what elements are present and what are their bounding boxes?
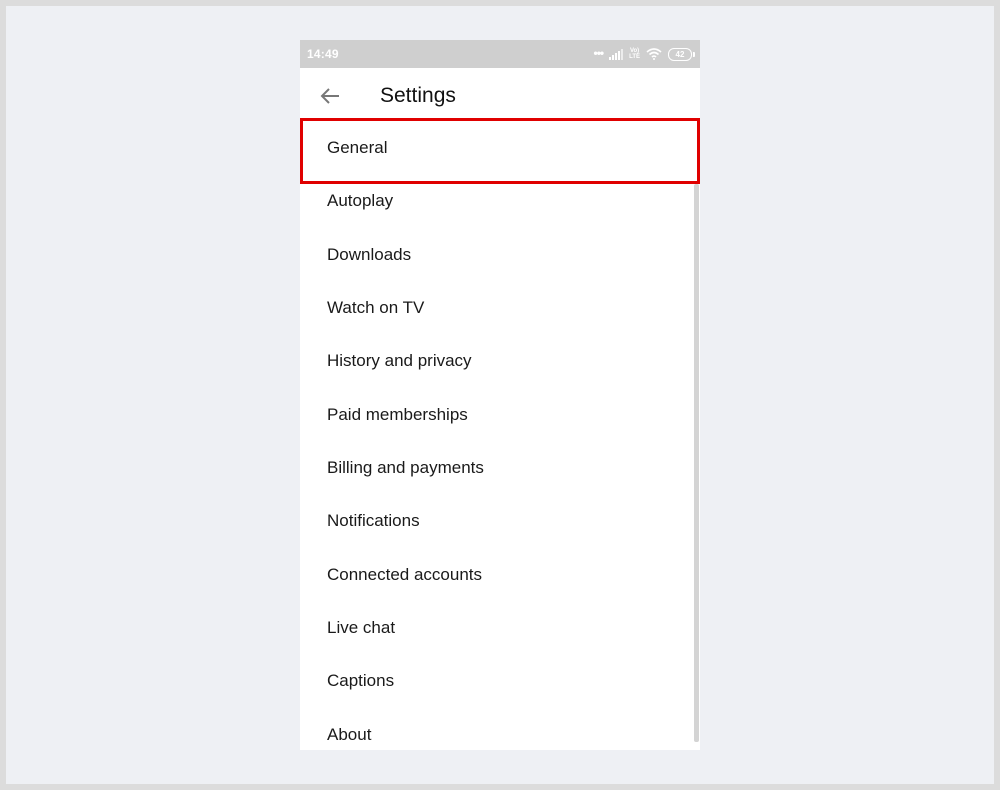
back-button[interactable] — [314, 80, 346, 112]
status-icons: ••• Vo) LTE 42 — [593, 45, 695, 63]
volte-icon: Vo) LTE — [629, 48, 640, 60]
settings-item-general[interactable]: General — [300, 120, 700, 173]
wifi-icon — [646, 48, 662, 60]
settings-item-billing-and-payments[interactable]: Billing and payments — [300, 440, 700, 493]
more-dots-icon: ••• — [593, 45, 605, 60]
settings-list: General Autoplay Downloads Watch on TV H… — [300, 120, 700, 750]
settings-item-autoplay[interactable]: Autoplay — [300, 173, 700, 226]
settings-item-history-and-privacy[interactable]: History and privacy — [300, 333, 700, 386]
settings-item-paid-memberships[interactable]: Paid memberships — [300, 387, 700, 440]
settings-item-connected-accounts[interactable]: Connected accounts — [300, 547, 700, 600]
settings-item-captions[interactable]: Captions — [300, 653, 700, 706]
scrollbar[interactable] — [694, 184, 699, 742]
battery-icon: 42 — [668, 47, 695, 61]
arrow-back-icon — [320, 88, 339, 104]
status-bar: 14:49 ••• Vo) LTE 42 — [300, 40, 700, 68]
settings-item-downloads[interactable]: Downloads — [300, 227, 700, 280]
status-time: 14:49 — [307, 47, 339, 61]
app-bar: Settings — [300, 68, 700, 120]
settings-item-watch-on-tv[interactable]: Watch on TV — [300, 280, 700, 333]
page-title: Settings — [380, 84, 456, 107]
settings-item-notifications[interactable]: Notifications — [300, 493, 700, 546]
phone-screen: 14:49 ••• Vo) LTE 42 Settings General Au… — [300, 40, 700, 750]
signal-icon — [609, 48, 624, 60]
settings-item-live-chat[interactable]: Live chat — [300, 600, 700, 653]
settings-item-about[interactable]: About — [300, 707, 700, 750]
